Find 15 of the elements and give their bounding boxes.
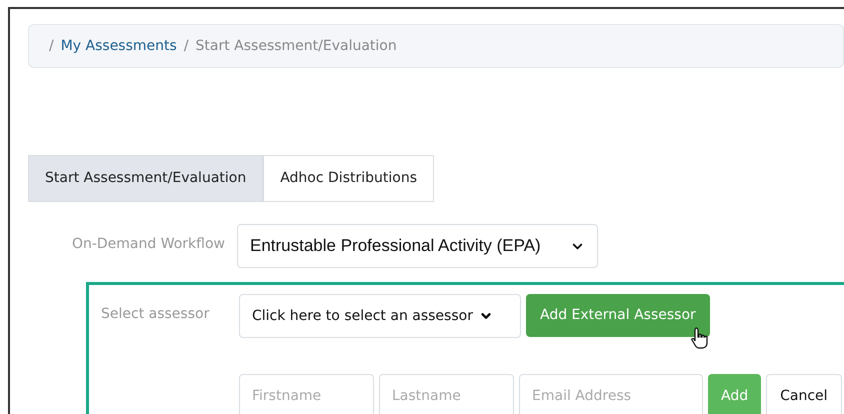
- hand-cursor-icon: [690, 326, 710, 350]
- tab[interactable]: Start Assessment/Evaluation: [28, 155, 264, 202]
- assessor-dropdown[interactable]: Click here to select an assessor: [239, 294, 521, 338]
- breadcrumb-link[interactable]: My Assessments: [60, 36, 177, 56]
- tab[interactable]: Adhoc Distributions: [263, 155, 434, 202]
- workflow-select[interactable]: Entrustable Professional Activity (EPA): [237, 224, 598, 268]
- workflow-label: On-Demand Workflow: [70, 235, 226, 254]
- breadcrumb-separator: /: [184, 36, 189, 56]
- input-field[interactable]: Firstname: [239, 374, 374, 414]
- breadcrumb-separator: /: [49, 36, 54, 56]
- input-field[interactable]: Lastname: [379, 374, 514, 414]
- input-field[interactable]: Email Address: [519, 374, 703, 414]
- cancel-button[interactable]: Cancel: [766, 374, 842, 414]
- assessor-label: Select assessor: [101, 305, 210, 324]
- breadcrumb-current: Start Assessment/Evaluation: [196, 36, 397, 56]
